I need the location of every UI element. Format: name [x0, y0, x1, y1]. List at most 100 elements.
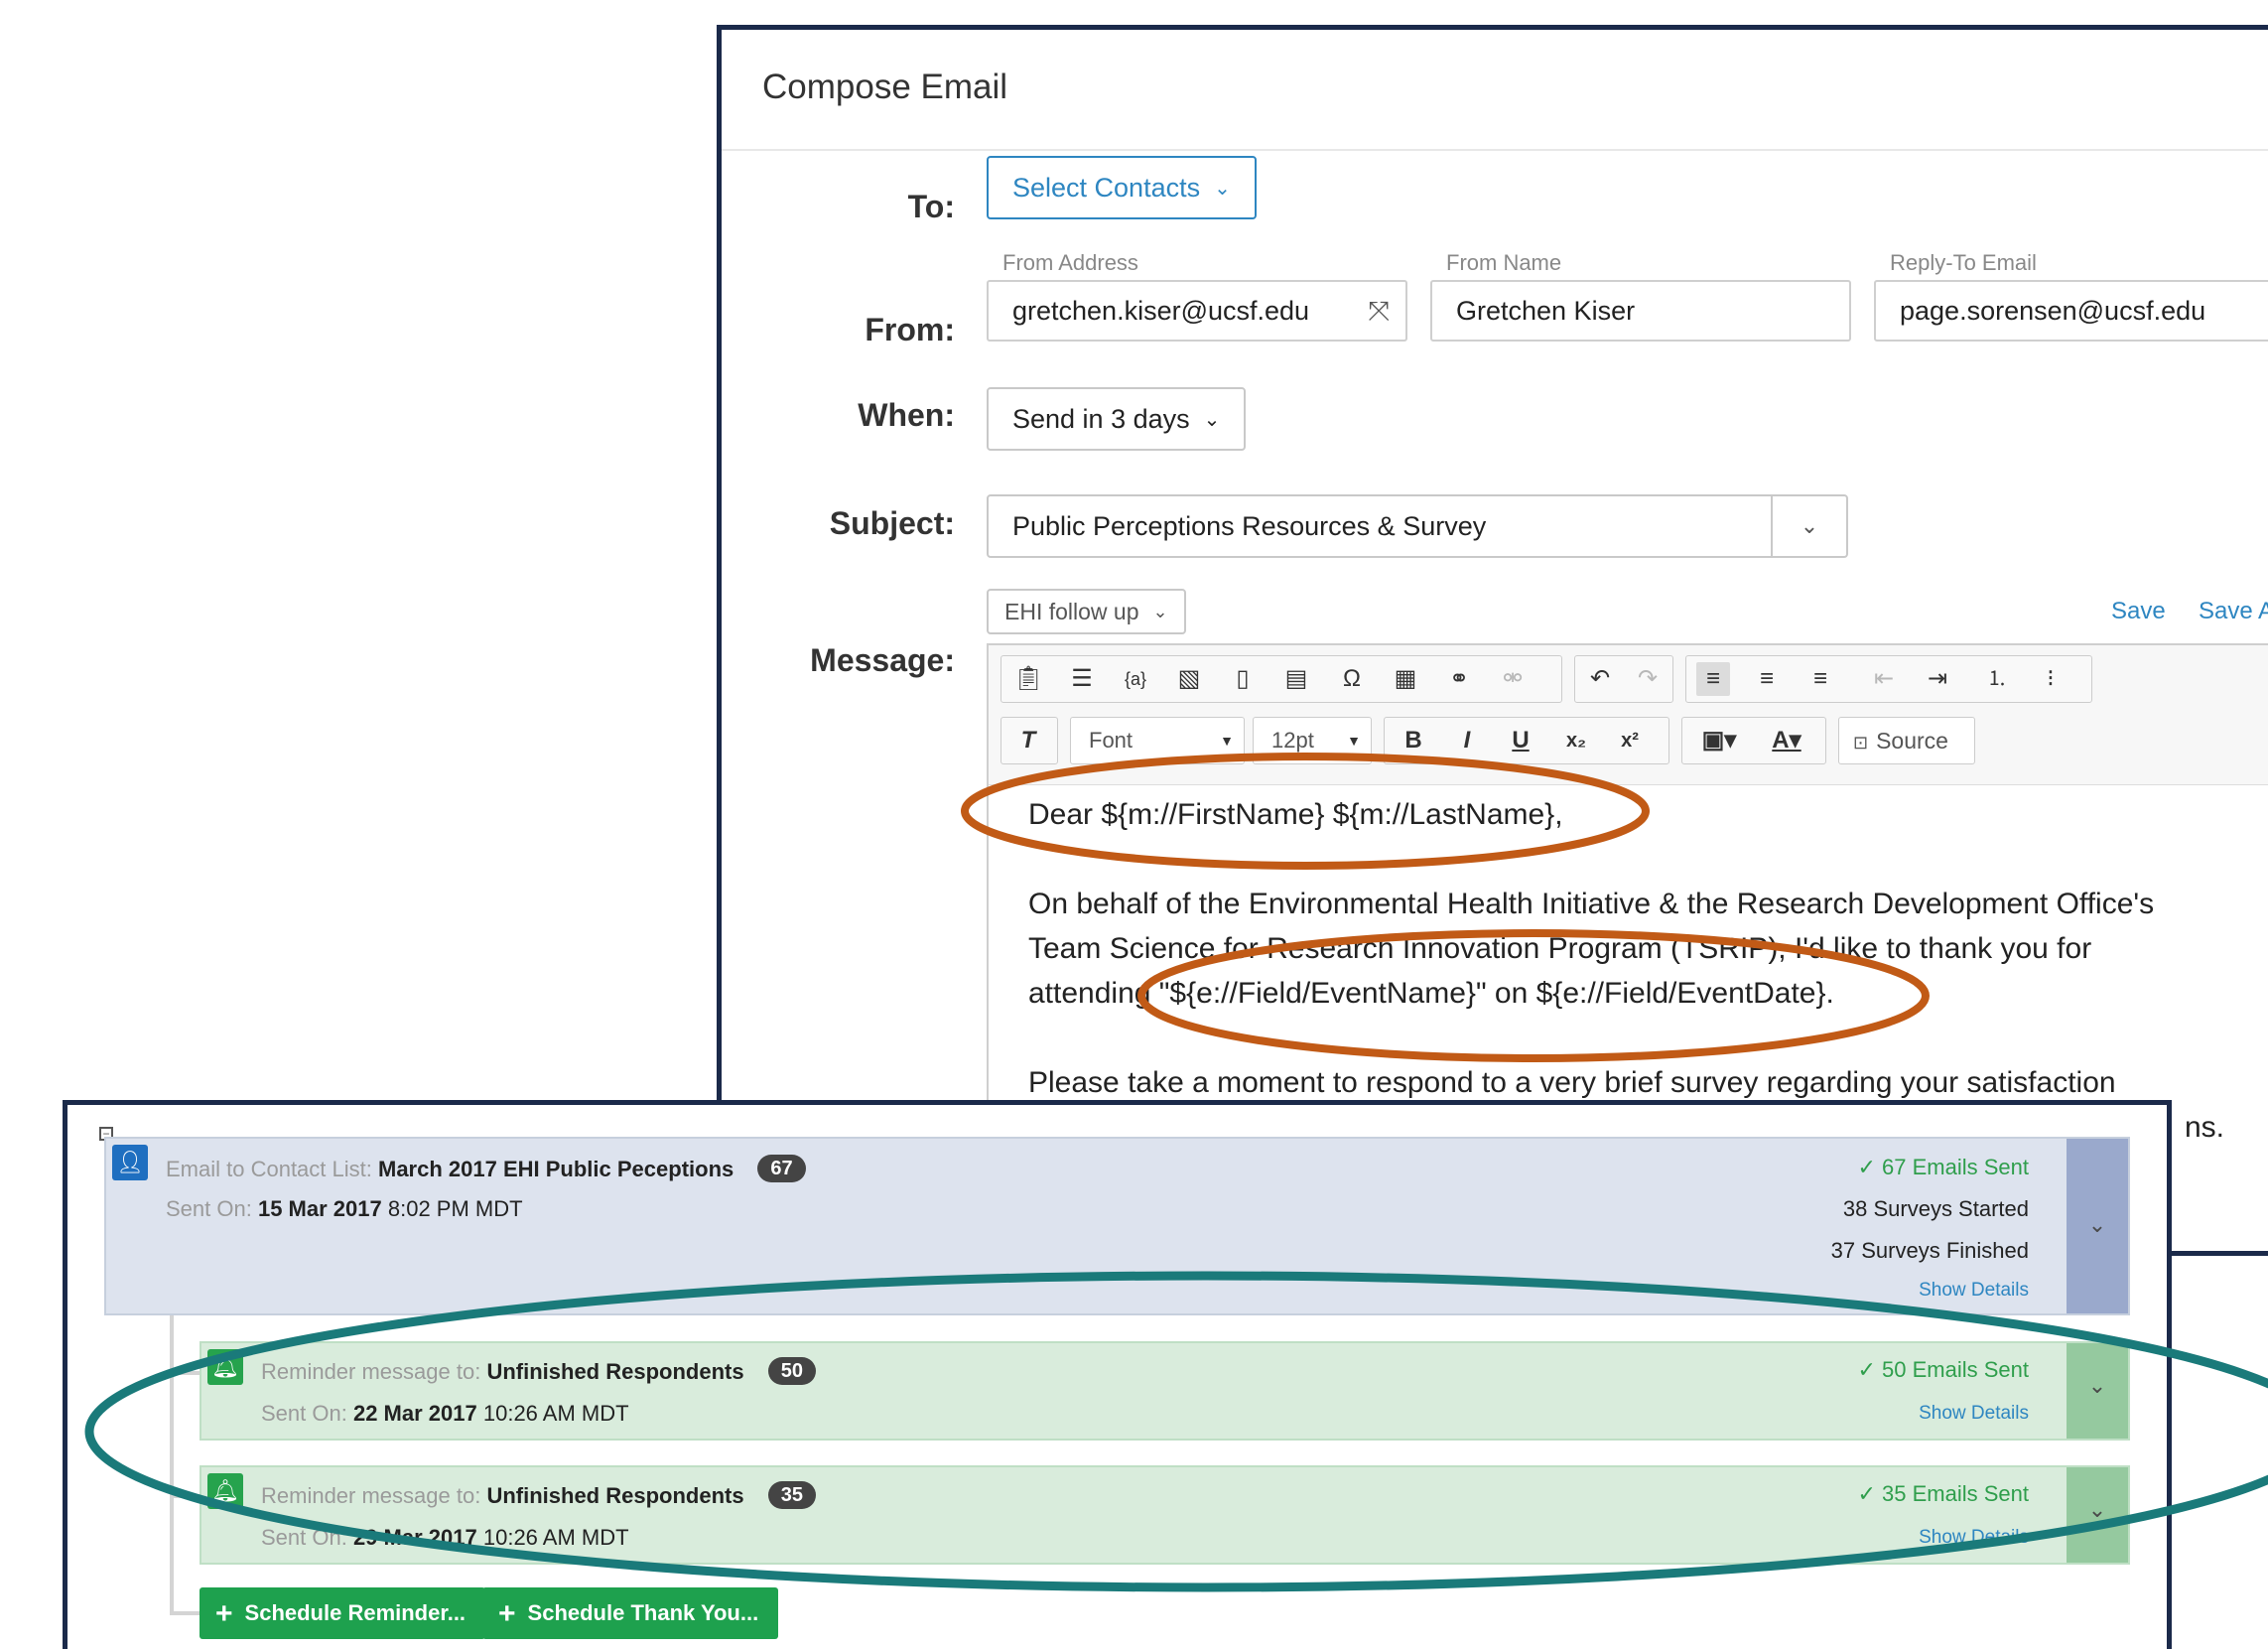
chevron-down-icon: ⌄	[2087, 1497, 2107, 1522]
count-badge: 35	[767, 1481, 816, 1509]
editor-toolbar: 📋︎ ☰ {a} ▧ ▯ ▤ Ω ▦ ⚭ ⚮ ↶ ↷ ≡ ≡ ≡ ⇤ ⇥ ⒈ ⁝…	[989, 645, 2268, 785]
plus-icon: +	[215, 1597, 233, 1631]
link-icon[interactable]: ⚭	[1442, 662, 1476, 696]
show-details-link[interactable]: Show Details	[1919, 1403, 2029, 1425]
schedule-thank-you-label: Schedule Thank You...	[527, 1600, 759, 1625]
emails-sent-text: 35 Emails Sent	[1882, 1481, 2029, 1506]
reminder-target: Unfinished Respondents	[486, 1483, 744, 1508]
align-right-icon[interactable]: ≡	[1803, 662, 1837, 696]
subscript-icon[interactable]: x₂	[1559, 724, 1593, 757]
reminder-distribution-card: 🔔︎ Reminder message to: Unfinished Respo…	[200, 1341, 2130, 1441]
bullet-list-icon[interactable]: ⁝	[2034, 662, 2068, 696]
distribution-list-name[interactable]: March 2017 EHI Public Peceptions	[378, 1157, 734, 1181]
sent-on: Sent On: 22 Mar 2017 10:26 AM MDT	[261, 1401, 629, 1427]
expand-toggle[interactable]: ⌄	[2067, 1343, 2128, 1439]
from-name-field[interactable]: Gretchen Kiser	[1430, 280, 1851, 342]
sent-on-time: 10:26 AM MDT	[482, 1525, 629, 1550]
contact-list-icon: 👤︎	[112, 1145, 148, 1180]
dropdown-arrow-icon: ▼	[1220, 733, 1234, 749]
check-icon: ✓	[1857, 1481, 1883, 1506]
underline-icon[interactable]: U	[1504, 724, 1537, 757]
distribution-prefix: Email to Contact List:	[166, 1157, 372, 1181]
reminder-prefix: Reminder message to:	[261, 1483, 481, 1508]
font-combo[interactable]: Font ▼	[1070, 717, 1245, 764]
toolbar-group-color: ▣▾ A▾	[1681, 717, 1826, 764]
size-combo[interactable]: 12pt ▼	[1253, 717, 1372, 764]
bulleted-list-icon[interactable]: ☰	[1065, 662, 1099, 696]
subject-dropdown-button[interactable]: ⌄	[1771, 496, 1846, 556]
video-icon[interactable]: ▤	[1279, 662, 1313, 696]
toolbar-group-history: ↶ ↷	[1574, 655, 1673, 703]
bold-icon[interactable]: B	[1397, 724, 1430, 757]
tree-connector	[170, 1371, 200, 1375]
check-icon: ✓	[1857, 1357, 1883, 1382]
sent-on-label: Sent On:	[166, 1196, 252, 1221]
chevron-down-icon: ⌄	[1203, 409, 1221, 431]
numbered-list-icon[interactable]: ⒈	[1980, 662, 2014, 696]
indent-icon[interactable]: ⇥	[1921, 662, 1954, 696]
image-icon[interactable]: ▧	[1172, 662, 1206, 696]
schedule-reminder-button[interactable]: + Schedule Reminder...	[200, 1587, 486, 1639]
sent-on: Sent On: 29 Mar 2017 10:26 AM MDT	[261, 1525, 629, 1551]
check-icon: ✓	[1857, 1155, 1883, 1179]
show-details-link[interactable]: Show Details	[1919, 1280, 2029, 1302]
from-name-value: Gretchen Kiser	[1456, 296, 1636, 326]
select-contacts-button[interactable]: Select Contacts ⌄	[987, 156, 1257, 219]
divider	[722, 149, 2268, 151]
subject-value: Public Perceptions Resources & Survey	[1012, 511, 1487, 541]
message-template-select[interactable]: EHI follow up ⌄	[987, 589, 1186, 634]
when-label: When:	[858, 397, 955, 433]
file-icon[interactable]: ▯	[1226, 662, 1260, 696]
table-icon[interactable]: ▦	[1389, 662, 1422, 696]
subject-field[interactable]: Public Perceptions Resources & Survey ⌄	[987, 494, 1848, 558]
italic-icon[interactable]: I	[1450, 724, 1484, 757]
save-link[interactable]: Save	[2111, 598, 2166, 625]
from-name-caption: From Name	[1446, 250, 1562, 275]
superscript-icon[interactable]: x²	[1613, 724, 1647, 757]
align-left-icon[interactable]: ≡	[1696, 662, 1730, 696]
reminder-distribution-card: 🔔︎ Reminder message to: Unfinished Respo…	[200, 1465, 2130, 1565]
surveys-started-stat: 38 Surveys Started	[1842, 1196, 2029, 1221]
reminder-target: Unfinished Respondents	[486, 1359, 744, 1384]
sent-on-date: 22 Mar 2017	[352, 1401, 477, 1426]
to-label: To:	[907, 189, 955, 224]
special-character-icon[interactable]: Ω	[1335, 662, 1369, 696]
source-button[interactable]: ⊡ Source	[1838, 717, 1975, 764]
clear-format-icon[interactable]: T	[1011, 724, 1045, 757]
expand-toggle[interactable]: ⌄	[2067, 1467, 2128, 1563]
schedule-thank-you-button[interactable]: + Schedule Thank You...	[482, 1587, 779, 1639]
from-address-value: gretchen.kiser@ucsf.edu	[1012, 296, 1310, 326]
align-center-icon[interactable]: ≡	[1750, 662, 1784, 696]
bell-icon: 🔔︎	[207, 1473, 243, 1509]
undo-icon[interactable]: ↶	[1583, 662, 1617, 696]
cropped-heading	[0, 0, 2268, 22]
count-badge: 67	[757, 1155, 806, 1182]
reply-to-field[interactable]: page.sorensen@ucsf.edu	[1874, 280, 2268, 342]
schedule-reminder-label: Schedule Reminder...	[244, 1600, 467, 1625]
body-line: Please take a moment to respond to a ver…	[1028, 1066, 2116, 1099]
sent-on-label: Sent On:	[261, 1401, 347, 1426]
bell-icon: 🔔︎	[207, 1349, 243, 1385]
background-color-icon[interactable]: ▣▾	[1692, 724, 1746, 757]
email-distribution-card: 👤︎ Email to Contact List: March 2017 EHI…	[104, 1137, 2130, 1315]
source-icon: ⊡	[1853, 733, 1869, 753]
when-select[interactable]: Send in 3 days ⌄	[987, 387, 1247, 451]
reminder-title: Reminder message to: Unfinished Responde…	[261, 1481, 816, 1511]
reply-to-value: page.sorensen@ucsf.edu	[1900, 296, 2206, 326]
text-color-icon[interactable]: A▾	[1760, 724, 1813, 757]
unlink-icon[interactable]: ⚮	[1496, 662, 1530, 696]
expand-toggle[interactable]: ⌄	[2067, 1139, 2128, 1313]
piped-text-icon[interactable]: {a}	[1119, 662, 1152, 696]
sent-on: Sent On: 15 Mar 2017 8:02 PM MDT	[166, 1196, 523, 1222]
save-as-link[interactable]: Save A	[2199, 598, 2268, 625]
outdent-icon[interactable]: ⇤	[1867, 662, 1901, 696]
from-address-field[interactable]: gretchen.kiser@ucsf.edu ⤧	[987, 280, 1407, 342]
toolbar-group-clear: T	[1001, 717, 1058, 764]
paste-icon[interactable]: 📋︎	[1011, 662, 1045, 696]
sent-on-date: 15 Mar 2017	[257, 1196, 382, 1221]
sent-on-label: Sent On:	[261, 1525, 347, 1550]
select-contacts-label: Select Contacts	[1012, 173, 1201, 203]
show-details-link[interactable]: Show Details	[1919, 1527, 2029, 1549]
pin-icon[interactable]: ⤧	[1368, 282, 1390, 340]
redo-icon[interactable]: ↷	[1631, 662, 1665, 696]
